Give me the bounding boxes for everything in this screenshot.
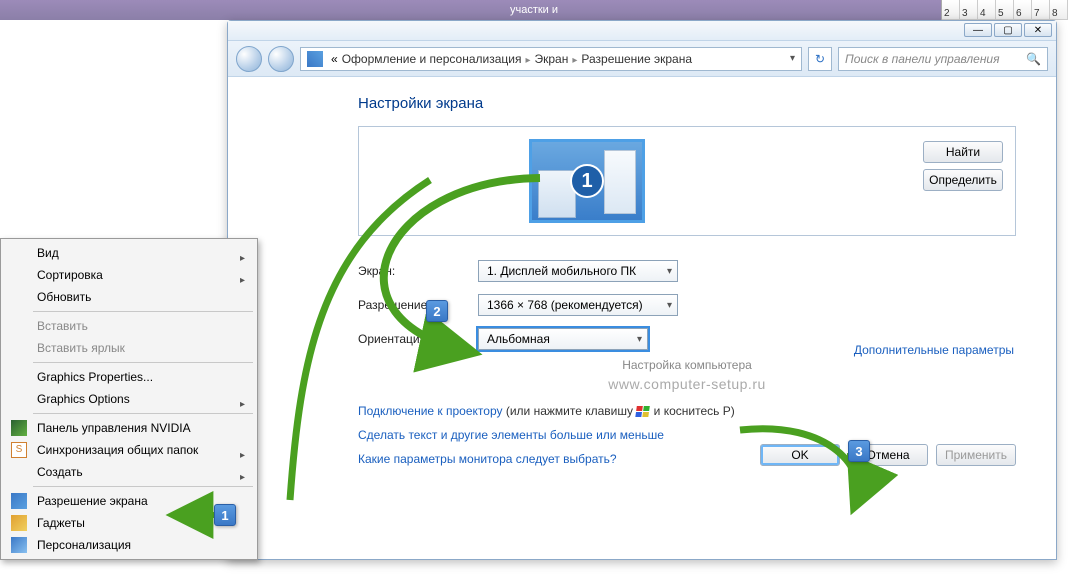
desktop-top-bar: участки и 2 3 4 5 6 7 8 [0,0,1068,20]
projector-link[interactable]: Подключение к проектору [358,404,503,418]
orientation-dropdown[interactable]: Альбомная [478,328,648,350]
screen-row: Экран: 1. Дисплей мобильного ПК [358,260,1016,282]
breadcrumb-dropdown-icon[interactable]: ▾ [790,53,795,64]
display-preview-box: 1 Найти Определить [358,126,1016,236]
breadcrumb-item[interactable]: Разрешение экрана [581,52,692,66]
menu-item-label: Создать [37,465,83,479]
calendar-strip: 2 3 4 5 6 7 8 [941,0,1068,20]
menu-item-label: Синхронизация общих папок [37,443,198,457]
apply-button[interactable]: Применить [936,444,1016,466]
whichparams-link[interactable]: Какие параметры монитора следует выбрать… [358,452,617,466]
breadcrumb[interactable]: « Оформление и персонализация Экран Разр… [300,47,802,71]
calendar-cell[interactable]: 4 [978,0,996,20]
find-display-button[interactable]: Найти [923,141,1003,163]
menu-item-label: Персонализация [37,538,131,552]
menu-item[interactable]: Вид [3,242,255,264]
menu-item-label: Вставить [37,319,88,333]
page-heading: Настройки экрана [358,95,1016,112]
menu-item-label: Гаджеты [37,516,85,530]
content-area: Настройки экрана 1 Найти Определить Экра… [228,77,1056,486]
chevron-right-icon [525,52,530,66]
close-button[interactable]: ✕ [1024,23,1052,37]
chevron-right-icon [572,52,577,66]
menu-item-label: Сортировка [37,268,103,282]
menu-item-label: Панель управления NVIDIA [37,421,191,435]
menu-item[interactable]: Graphics Options [3,388,255,410]
screen-label: Экран: [358,264,478,278]
ico-gadget-icon [11,515,27,531]
calendar-cell[interactable]: 8 [1050,0,1068,20]
menu-item[interactable]: Обновить [3,286,255,308]
detect-display-button[interactable]: Определить [923,169,1003,191]
menu-separator [33,486,253,487]
advanced-settings-link[interactable]: Дополнительные параметры [854,343,1014,357]
callout-1: 1 [214,504,236,526]
menu-item[interactable]: Панель управления NVIDIA [3,417,255,439]
screen-dropdown[interactable]: 1. Дисплей мобильного ПК [478,260,678,282]
monitor-thumbnail[interactable]: 1 [529,139,645,223]
refresh-button[interactable]: ↻ [808,47,832,71]
calendar-cell[interactable]: 5 [996,0,1014,20]
menu-item: Вставить ярлык [3,337,255,359]
subtext: Настройка компьютера [358,358,1016,372]
ico-pers-icon [11,537,27,553]
control-panel-icon [307,51,323,67]
menu-separator [33,413,253,414]
textsize-link[interactable]: Сделать текст и другие элементы больше и… [358,428,664,442]
menu-item-label: Graphics Options [37,392,130,406]
menu-item[interactable]: Graphics Properties... [3,366,255,388]
ico-nv-icon [11,420,27,436]
nav-forward-button[interactable] [268,46,294,72]
projector-line: Подключение к проектору (или нажмите кла… [358,404,1016,418]
menu-separator [33,311,253,312]
callout-3: 3 [848,440,870,462]
breadcrumb-back[interactable]: « [331,52,338,66]
menu-separator [33,362,253,363]
orientation-label: Ориентация: [358,332,478,346]
calendar-cell[interactable]: 6 [1014,0,1032,20]
calendar-cell[interactable]: 3 [960,0,978,20]
resolution-row: Разрешение: 1366 × 768 (рекомендуется) [358,294,1016,316]
monitor-number-badge: 1 [570,164,604,198]
calendar-cell[interactable]: 7 [1032,0,1050,20]
minimize-button[interactable]: — [964,23,992,37]
search-placeholder: Поиск в панели управления [845,52,1000,66]
taskbar-title: участки и [510,4,558,16]
maximize-button[interactable]: ▢ [994,23,1022,37]
screen-resolution-window: — ▢ ✕ « Оформление и персонализация Экра… [227,20,1057,560]
textsize-line: Сделать текст и другие элементы больше и… [358,428,1016,442]
window-titlebar[interactable]: — ▢ ✕ [228,21,1056,41]
address-bar: « Оформление и персонализация Экран Разр… [228,41,1056,77]
resolution-label: Разрешение: [358,298,478,312]
watermark: www.computer-setup.ru [358,376,1016,392]
callout-2: 2 [426,300,448,322]
ico-res-icon [11,493,27,509]
search-icon: 🔍 [1026,52,1041,66]
menu-item[interactable]: Сортировка [3,264,255,286]
nav-back-button[interactable] [236,46,262,72]
menu-item-label: Вставить ярлык [37,341,125,355]
footer-buttons: OK Отмена Применить [760,444,1016,466]
search-input[interactable]: Поиск в панели управления 🔍 [838,47,1048,71]
calendar-cell[interactable]: 2 [942,0,960,20]
breadcrumb-item[interactable]: Оформление и персонализация [342,52,522,66]
windows-key-icon [635,406,651,418]
ok-button[interactable]: OK [760,444,840,466]
menu-item-label: Вид [37,246,59,260]
menu-item[interactable]: S Синхронизация общих папок [3,439,255,461]
menu-item-label: Разрешение экрана [37,494,148,508]
resolution-dropdown[interactable]: 1366 × 768 (рекомендуется) [478,294,678,316]
menu-item[interactable]: Создать [3,461,255,483]
menu-item: Вставить [3,315,255,337]
ico-sync-icon: S [11,442,27,458]
menu-item-label: Обновить [37,290,91,304]
menu-item[interactable]: Персонализация [3,534,255,556]
menu-item-label: Graphics Properties... [37,370,153,384]
breadcrumb-item[interactable]: Экран [534,52,568,66]
